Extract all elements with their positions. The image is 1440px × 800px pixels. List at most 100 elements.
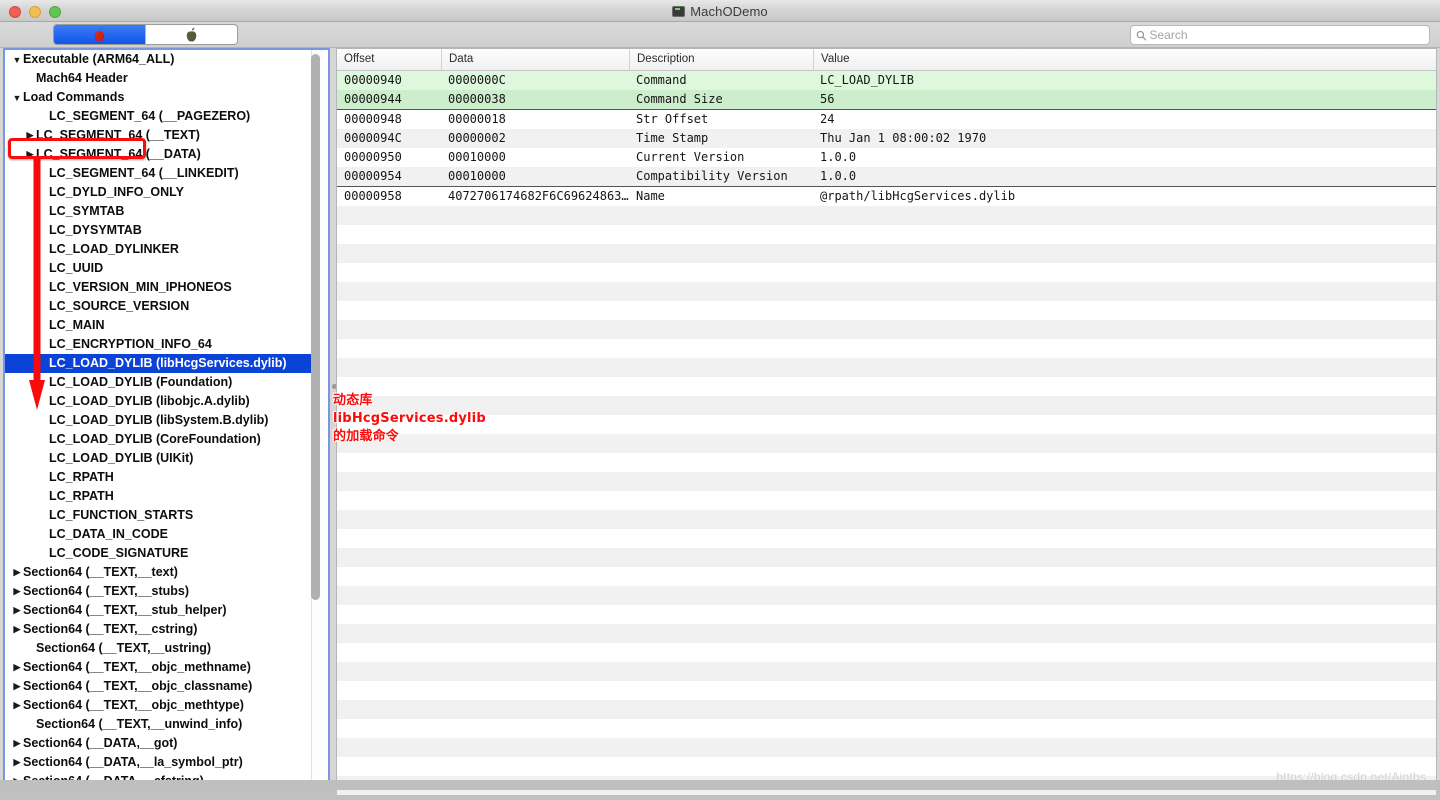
table-row-empty[interactable]	[337, 757, 1436, 776]
chevron-down-icon[interactable]: ▼	[11, 50, 23, 69]
table-row-empty[interactable]	[337, 624, 1436, 643]
architecture-segmented-control[interactable]	[53, 24, 238, 45]
chevron-right-icon[interactable]: ▶	[11, 582, 23, 601]
chevron-right-icon[interactable]: ▶	[11, 620, 23, 639]
chevron-right-icon[interactable]: ▶	[24, 145, 36, 164]
chevron-right-icon[interactable]: ▶	[11, 696, 23, 715]
tree-item[interactable]: LC_UUID	[5, 259, 311, 278]
table-row-empty[interactable]	[337, 339, 1436, 358]
search-input[interactable]	[1149, 28, 1424, 42]
table-row-empty[interactable]	[337, 244, 1436, 263]
table-row-empty[interactable]	[337, 301, 1436, 320]
tree-item[interactable]: ▶ Section64 (__DATA,__got)	[5, 734, 311, 753]
table-row-empty[interactable]	[337, 548, 1436, 567]
tree-item[interactable]: LC_RPATH	[5, 468, 311, 487]
table-row[interactable]: 0000094C 00000002 Time Stamp Thu Jan 1 08:0…	[337, 129, 1436, 148]
column-header-offset[interactable]: Offset	[337, 49, 441, 70]
tree-item[interactable]: LC_SYMTAB	[5, 202, 311, 221]
table-row[interactable]: 00000940 0000000C Command LC_LOAD_DYLIB	[337, 71, 1436, 90]
tree-item[interactable]: LC_CODE_SIGNATURE	[5, 544, 311, 563]
outline-tree[interactable]: ▼ Executable (ARM64_ALL) Mach64 Header ▼ Loa…	[5, 50, 311, 781]
table-row-empty[interactable]	[337, 700, 1436, 719]
tree-item[interactable]: LC_LOAD_DYLIB (libHcgServices.dylib)	[5, 354, 311, 373]
table-row-empty[interactable]	[337, 605, 1436, 624]
table-row-empty[interactable]	[337, 225, 1436, 244]
table-row-empty[interactable]	[337, 282, 1436, 301]
tree-item[interactable]: Section64 (__TEXT,__unwind_info)	[5, 715, 311, 734]
tree-item[interactable]: ▶ Section64 (__TEXT,__stub_helper)	[5, 601, 311, 620]
chevron-right-icon[interactable]: ▶	[11, 658, 23, 677]
table-row-empty[interactable]	[337, 453, 1436, 472]
table-row[interactable]: 00000958 4072706174682F6C69624863… Name @rp…	[337, 187, 1436, 206]
tree-item[interactable]: LC_DYLD_INFO_ONLY	[5, 183, 311, 202]
table-row-empty[interactable]	[337, 681, 1436, 700]
tree-item[interactable]: LC_LOAD_DYLIB (CoreFoundation)	[5, 430, 311, 449]
tree-item[interactable]: LC_SEGMENT_64 (__LINKEDIT)	[5, 164, 311, 183]
tree-item[interactable]: LC_LOAD_DYLIB (UIKit)	[5, 449, 311, 468]
segment-dark-apple[interactable]	[145, 25, 237, 44]
tree-item[interactable]: ▶ Section64 (__TEXT,__text)	[5, 563, 311, 582]
search-field[interactable]	[1130, 25, 1430, 45]
table-row-empty[interactable]	[337, 358, 1436, 377]
table-row-empty[interactable]	[337, 586, 1436, 605]
table-row[interactable]: 00000950 00010000 Current Version 1.0.0	[337, 148, 1436, 167]
chevron-right-icon[interactable]: ▶	[11, 601, 23, 620]
sidebar-scrollbar-thumb[interactable]	[311, 54, 320, 600]
tree-item[interactable]: ▼ Load Commands	[5, 88, 311, 107]
segment-red-apple[interactable]	[54, 25, 145, 44]
chevron-right-icon[interactable]: ▶	[11, 563, 23, 582]
tree-item[interactable]: ▶ LC_SEGMENT_64 (__DATA)	[5, 145, 311, 164]
chevron-down-icon[interactable]: ▼	[11, 88, 23, 107]
table-row-empty[interactable]	[337, 643, 1436, 662]
table-row[interactable]: 00000944 00000038 Command Size 56	[337, 90, 1436, 110]
table-row-empty[interactable]	[337, 738, 1436, 757]
column-header-value[interactable]: Value	[813, 49, 1436, 70]
tree-item[interactable]: LC_VERSION_MIN_IPHONEOS	[5, 278, 311, 297]
tree-item[interactable]: LC_MAIN	[5, 316, 311, 335]
table-body[interactable]: 00000940 0000000C Command LC_LOAD_DYLIB 0000…	[337, 71, 1436, 795]
tree-item[interactable]: LC_LOAD_DYLINKER	[5, 240, 311, 259]
table-row-empty[interactable]	[337, 491, 1436, 510]
tree-item[interactable]: ▼ Executable (ARM64_ALL)	[5, 50, 311, 69]
tree-item[interactable]: LC_SOURCE_VERSION	[5, 297, 311, 316]
tree-item[interactable]: Section64 (__TEXT,__ustring)	[5, 639, 311, 658]
table-row[interactable]: 00000948 00000018 Str Offset 24	[337, 110, 1436, 129]
tree-item[interactable]: LC_SEGMENT_64 (__PAGEZERO)	[5, 107, 311, 126]
table-row-empty[interactable]	[337, 377, 1436, 396]
tree-item[interactable]: LC_RPATH	[5, 487, 311, 506]
table-row-empty[interactable]	[337, 434, 1436, 453]
table-row-empty[interactable]	[337, 472, 1436, 491]
tree-item[interactable]: LC_DATA_IN_CODE	[5, 525, 311, 544]
table-row-empty[interactable]	[337, 662, 1436, 681]
tree-item[interactable]: ▶ Section64 (__TEXT,__objc_methtype)	[5, 696, 311, 715]
table-row-empty[interactable]	[337, 567, 1436, 586]
chevron-right-icon[interactable]: ▶	[11, 734, 23, 753]
table-row-empty[interactable]	[337, 320, 1436, 339]
tree-item[interactable]: ▶ Section64 (__TEXT,__objc_classname)	[5, 677, 311, 696]
table-row[interactable]: 00000954 00010000 Compatibility Version 1.0…	[337, 167, 1436, 187]
tree-item[interactable]: LC_DYSYMTAB	[5, 221, 311, 240]
table-row-empty[interactable]	[337, 415, 1436, 434]
tree-item[interactable]: ▶ Section64 (__TEXT,__stubs)	[5, 582, 311, 601]
table-row-empty[interactable]	[337, 529, 1436, 548]
table-row-empty[interactable]	[337, 206, 1436, 225]
tree-item[interactable]: Mach64 Header	[5, 69, 311, 88]
sidebar-scroll-track[interactable]	[311, 50, 325, 781]
tree-item[interactable]: LC_ENCRYPTION_INFO_64	[5, 335, 311, 354]
tree-item[interactable]: ▶ Section64 (__DATA,__la_symbol_ptr)	[5, 753, 311, 772]
table-row-empty[interactable]	[337, 510, 1436, 529]
tree-item[interactable]: ▶ Section64 (__TEXT,__objc_methname)	[5, 658, 311, 677]
chevron-right-icon[interactable]: ▶	[11, 753, 23, 772]
tree-item[interactable]: LC_LOAD_DYLIB (libSystem.B.dylib)	[5, 411, 311, 430]
chevron-right-icon[interactable]: ▶	[11, 677, 23, 696]
table-row-empty[interactable]	[337, 263, 1436, 282]
tree-item[interactable]: LC_LOAD_DYLIB (Foundation)	[5, 373, 311, 392]
column-header-description[interactable]: Description	[629, 49, 813, 70]
table-row-empty[interactable]	[337, 396, 1436, 415]
tree-item[interactable]: LC_FUNCTION_STARTS	[5, 506, 311, 525]
chevron-right-icon[interactable]: ▶	[24, 126, 36, 145]
tree-item[interactable]: ▶ Section64 (__TEXT,__cstring)	[5, 620, 311, 639]
table-row-empty[interactable]	[337, 719, 1436, 738]
tree-item[interactable]: LC_LOAD_DYLIB (libobjc.A.dylib)	[5, 392, 311, 411]
column-header-data[interactable]: Data	[441, 49, 629, 70]
